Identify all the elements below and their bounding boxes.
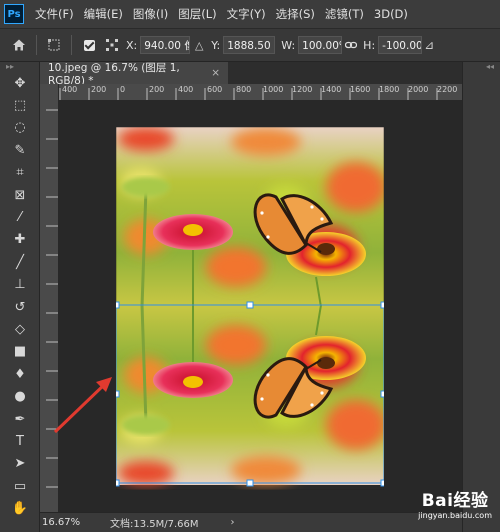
eraser-icon[interactable]: ◇: [0, 318, 40, 340]
vertical-ruler[interactable]: [40, 84, 59, 512]
watermark-url: jingyan.baidu.com: [418, 511, 492, 520]
ruler-tick-label: 1000: [263, 85, 284, 94]
ruler-tick-label: 400: [178, 85, 194, 94]
document-tab[interactable]: 10.jpeg @ 16.7% (图层 1, RGB/8) * ×: [40, 61, 228, 87]
document-canvas[interactable]: [116, 127, 384, 490]
x-label: X:: [126, 38, 138, 52]
ruler-tick-label: 2000: [408, 85, 429, 94]
baidu-jingyan-watermark: Bai经验 jingyan.baidu.com: [418, 486, 492, 520]
transform-handle: [116, 301, 120, 309]
brush-icon[interactable]: ╱: [0, 251, 40, 273]
menu-type[interactable]: 文字(Y): [222, 6, 271, 22]
photoshop-logo: Ps: [4, 4, 24, 24]
right-panel-strip: ◂◂: [462, 62, 500, 532]
menu-edit[interactable]: 编辑(E): [79, 6, 128, 22]
menu-filter[interactable]: 滤镜(T): [320, 6, 369, 22]
link-icon[interactable]: [342, 34, 360, 56]
ruler-tick-label: 0: [120, 85, 126, 94]
angle-icon: ⊿: [424, 38, 435, 52]
divider: [36, 35, 37, 55]
status-menu-arrow[interactable]: ›: [231, 517, 235, 528]
y-position-field[interactable]: 1888.50 像: [223, 36, 276, 54]
blur-icon[interactable]: ♦: [0, 363, 40, 385]
horizontal-ruler[interactable]: 400 200 0 200 400 600 800 1000 1200 1400…: [58, 84, 462, 101]
ruler-tick-label: 1800: [379, 85, 400, 94]
menu-3d[interactable]: 3D(D): [369, 7, 413, 21]
document-size: 文档:13.5M/7.66M: [110, 519, 199, 530]
transform-handle: [246, 301, 254, 309]
ruler-tick-label: 800: [236, 85, 252, 94]
ruler-tick-label: 1600: [350, 85, 371, 94]
transform-handle: [246, 479, 254, 487]
transform-handle: [116, 390, 120, 398]
stamp-icon[interactable]: ⊥: [0, 274, 40, 296]
width-field[interactable]: 100.00%: [298, 36, 343, 54]
quick-select-icon[interactable]: ✎: [0, 139, 40, 161]
history-brush-icon[interactable]: ↺: [0, 296, 40, 318]
frame-icon[interactable]: ⊠: [0, 184, 40, 206]
zoom-level[interactable]: 16.67%: [42, 517, 80, 528]
menu-layer[interactable]: 图层(L): [173, 6, 221, 22]
width-label: W:: [281, 38, 296, 52]
reference-point-grid-icon[interactable]: [101, 34, 123, 56]
gradient-icon[interactable]: ■: [0, 341, 40, 363]
transform-handle: [116, 479, 120, 487]
y-label: Y:: [211, 38, 221, 52]
lasso-icon[interactable]: ◌: [0, 117, 40, 139]
collapse-icon[interactable]: ◂◂: [463, 62, 500, 72]
crop-icon[interactable]: ⌗: [0, 162, 40, 184]
rectangle-icon[interactable]: ▭: [0, 475, 40, 497]
transform-handle: [380, 479, 384, 487]
path-select-icon[interactable]: ➤: [0, 453, 40, 475]
reference-point-checkbox[interactable]: [84, 39, 95, 51]
close-icon[interactable]: ×: [211, 67, 220, 79]
marquee-icon[interactable]: ⬚: [0, 94, 40, 116]
ruler-tick-label: 200: [91, 85, 107, 94]
height-field[interactable]: -100.00%: [378, 36, 423, 54]
home-icon[interactable]: [8, 34, 30, 56]
ruler-tick-label: 2200: [437, 85, 458, 94]
options-bar: X: 940.00 像素 △ Y: 1888.50 像 W: 100.00% H…: [0, 28, 500, 62]
type-icon[interactable]: T: [0, 430, 40, 452]
x-position-field[interactable]: 940.00 像素: [140, 36, 191, 54]
status-bar: 16.67% 文档:13.5M/7.66M ›: [40, 512, 462, 532]
ruler-tick-label: 200: [149, 85, 165, 94]
menu-bar: Ps 文件(F) 编辑(E) 图像(I) 图层(L) 文字(Y) 选择(S) 滤…: [0, 0, 500, 28]
document-tab-bar: 10.jpeg @ 16.7% (图层 1, RGB/8) * ×: [40, 61, 462, 87]
dodge-icon[interactable]: ●: [0, 385, 40, 407]
transform-handle: [380, 390, 384, 398]
eyedropper-icon[interactable]: ⁄: [0, 206, 40, 228]
transform-reference-icon[interactable]: [43, 34, 65, 56]
menu-image[interactable]: 图像(I): [128, 6, 173, 22]
healing-icon[interactable]: ✚: [0, 229, 40, 251]
ruler-tick-label: 400: [62, 85, 78, 94]
document-tab-title: 10.jpeg @ 16.7% (图层 1, RGB/8) *: [48, 61, 180, 87]
ruler-tick-label: 1200: [292, 85, 313, 94]
hand-icon[interactable]: ✋: [0, 497, 40, 519]
menu-file[interactable]: 文件(F): [30, 6, 79, 22]
canvas-area[interactable]: [58, 100, 462, 512]
tools-panel: ▸▸ ✥ ⬚ ◌ ✎ ⌗ ⊠ ⁄ ✚ ╱ ⊥ ↺ ◇ ■ ♦ ● ✒ T ➤ ▭ ✋: [0, 62, 40, 532]
transform-handle: [380, 301, 384, 309]
move-icon[interactable]: ✥: [0, 72, 40, 94]
collapse-icon[interactable]: ▸▸: [0, 62, 39, 72]
delta-icon: △: [195, 38, 204, 52]
ruler-tick-label: 1400: [321, 85, 342, 94]
pen-icon[interactable]: ✒: [0, 408, 40, 430]
watermark-brand: Bai经验: [421, 491, 489, 511]
menu-select[interactable]: 选择(S): [271, 6, 320, 22]
height-label: H:: [363, 38, 376, 52]
divider: [71, 35, 72, 55]
ruler-tick-label: 600: [207, 85, 223, 94]
